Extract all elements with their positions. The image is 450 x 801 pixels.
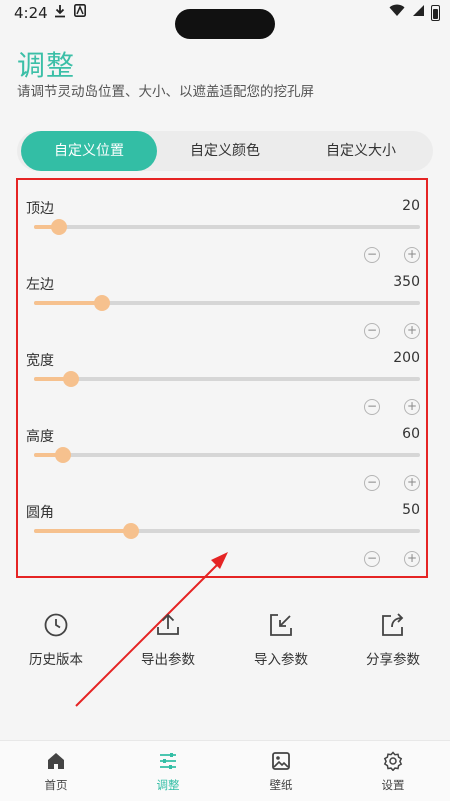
tab-custom-position[interactable]: 自定义位置 bbox=[21, 131, 157, 171]
home-icon bbox=[48, 753, 64, 769]
slider-value: 20 bbox=[402, 198, 420, 214]
nav-home[interactable]: 首页 bbox=[0, 751, 112, 793]
import-icon bbox=[270, 614, 292, 636]
page-subtitle: 请调节灵动岛位置、大小、以遮盖适配您的挖孔屏 bbox=[17, 84, 314, 100]
action-label: 导入参数 bbox=[254, 652, 308, 668]
upload-icon bbox=[157, 613, 179, 635]
slider-row-height: 高度 60 − + bbox=[18, 426, 426, 502]
status-icons bbox=[389, 4, 440, 21]
bottom-navigation: 首页 调整 壁纸 设置 bbox=[0, 740, 450, 801]
slider-handle[interactable] bbox=[62, 371, 79, 387]
status-time: 4:24 bbox=[14, 4, 48, 22]
slider-row-radius: 圆角 50 − + bbox=[18, 502, 426, 578]
slider-track-height[interactable] bbox=[34, 447, 420, 463]
action-label: 历史版本 bbox=[29, 652, 83, 668]
nav-label: 壁纸 bbox=[269, 778, 293, 792]
clock-icon bbox=[44, 613, 68, 637]
nav-label: 调整 bbox=[156, 778, 180, 792]
sliders-icon bbox=[160, 753, 176, 769]
slider-handle[interactable] bbox=[54, 447, 71, 463]
status-bar: 4:24 bbox=[0, 0, 450, 39]
battery-icon bbox=[431, 4, 440, 21]
wifi-icon bbox=[389, 4, 405, 21]
action-label: 分享参数 bbox=[366, 652, 420, 668]
history-version-button[interactable]: 历史版本 bbox=[0, 612, 112, 668]
decrement-button[interactable]: − bbox=[364, 247, 380, 263]
nav-wallpaper[interactable]: 壁纸 bbox=[225, 751, 337, 793]
slider-track-width[interactable] bbox=[34, 371, 420, 387]
slider-track-left[interactable] bbox=[34, 295, 420, 311]
gear-icon bbox=[383, 751, 403, 771]
nav-settings[interactable]: 设置 bbox=[337, 751, 449, 793]
decrement-button[interactable]: − bbox=[364, 475, 380, 491]
slider-handle[interactable] bbox=[51, 219, 68, 235]
image-icon bbox=[272, 752, 290, 770]
slider-row-width: 宽度 200 − + bbox=[18, 350, 426, 426]
slider-label: 宽度 bbox=[26, 353, 54, 369]
slider-handle[interactable] bbox=[93, 295, 110, 311]
slider-label: 左边 bbox=[26, 277, 54, 293]
increment-button[interactable]: + bbox=[404, 551, 420, 567]
nav-label: 设置 bbox=[381, 778, 405, 792]
share-params-button[interactable]: 分享参数 bbox=[337, 612, 449, 668]
slider-track-radius[interactable] bbox=[34, 523, 420, 539]
increment-button[interactable]: + bbox=[404, 475, 420, 491]
slider-value: 60 bbox=[402, 426, 420, 442]
increment-button[interactable]: + bbox=[404, 399, 420, 415]
decrement-button[interactable]: − bbox=[364, 551, 380, 567]
tab-bar: 自定义位置 自定义颜色 自定义大小 bbox=[17, 131, 433, 171]
share-icon bbox=[382, 613, 404, 636]
slider-value: 50 bbox=[402, 502, 420, 518]
signal-icon bbox=[411, 4, 425, 21]
app-notification-icon bbox=[74, 4, 86, 21]
action-label: 导出参数 bbox=[141, 652, 195, 668]
slider-label: 高度 bbox=[26, 429, 54, 445]
slider-label: 顶边 bbox=[26, 201, 54, 217]
tab-custom-size[interactable]: 自定义大小 bbox=[293, 131, 429, 171]
slider-fill bbox=[34, 529, 131, 533]
tab-custom-color[interactable]: 自定义颜色 bbox=[157, 131, 293, 171]
import-params-button[interactable]: 导入参数 bbox=[225, 612, 337, 668]
nav-label: 首页 bbox=[44, 778, 68, 792]
export-params-button[interactable]: 导出参数 bbox=[112, 612, 224, 668]
slider-row-top: 顶边 20 − + bbox=[18, 198, 426, 274]
page-title: 调整 bbox=[17, 49, 76, 82]
slider-label: 圆角 bbox=[26, 505, 54, 521]
nav-adjust[interactable]: 调整 bbox=[112, 751, 224, 793]
decrement-button[interactable]: − bbox=[364, 323, 380, 339]
increment-button[interactable]: + bbox=[404, 323, 420, 339]
increment-button[interactable]: + bbox=[404, 247, 420, 263]
position-panel: 顶边 20 − + 左边 350 − + 宽度 200 − + 高度 60 − … bbox=[16, 178, 428, 578]
decrement-button[interactable]: − bbox=[364, 399, 380, 415]
download-icon bbox=[54, 4, 66, 22]
slider-value: 200 bbox=[393, 350, 420, 366]
slider-value: 350 bbox=[393, 274, 420, 290]
slider-handle[interactable] bbox=[122, 523, 139, 539]
camera-notch bbox=[175, 9, 275, 39]
slider-track-top[interactable] bbox=[34, 219, 420, 235]
slider-fill bbox=[34, 301, 102, 305]
action-row: 历史版本 导出参数 导入参数 分享参数 bbox=[0, 612, 450, 672]
slider-row-left: 左边 350 − + bbox=[18, 274, 426, 350]
